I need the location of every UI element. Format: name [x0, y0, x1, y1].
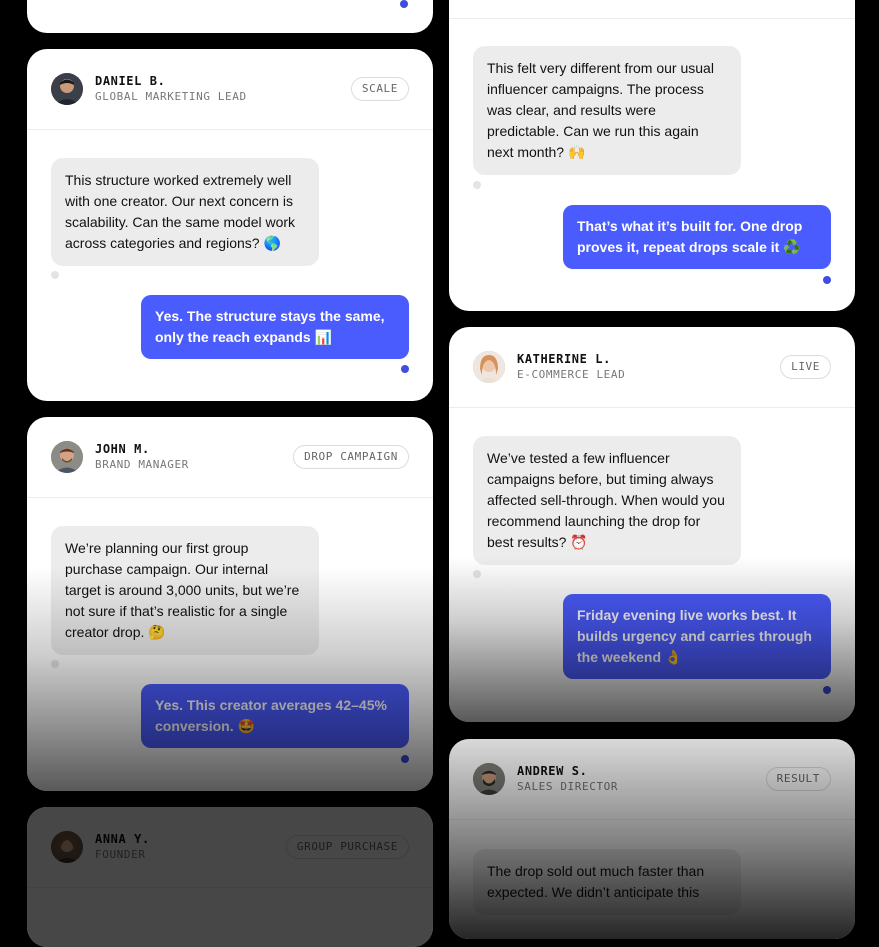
message-status-dot: [51, 660, 59, 668]
message-status-dot: [51, 271, 59, 279]
card-header: KATHERINE L. E-COMMERCE LEAD LIVE: [449, 327, 855, 408]
card-header: JOHN M. BRAND MANAGER DROP CAMPAIGN: [27, 417, 433, 498]
category-tag: GROUP PURCHASE: [285, 835, 409, 859]
avatar-john: [51, 441, 83, 473]
author-role: SALES DIRECTOR: [517, 780, 619, 793]
message-status-dot: [473, 181, 481, 189]
message-status-dot: [401, 755, 409, 763]
outgoing-message: Friday evening live works best. It build…: [563, 594, 831, 679]
testimonial-card-katherine: KATHERINE L. E-COMMERCE LEAD LIVE We’ve …: [449, 327, 855, 722]
category-tag: SCALE: [350, 77, 409, 101]
category-tag: RESULT: [765, 767, 831, 791]
avatar-andrew: [473, 763, 505, 795]
author-name: ANNA Y.: [95, 832, 150, 846]
message-status-dot: [823, 686, 831, 694]
author-name: JOHN M.: [95, 442, 150, 456]
author-role: BRAND MANAGER: [95, 458, 189, 471]
message-status-dot: [400, 0, 408, 8]
incoming-message: The drop sold out much faster than expec…: [473, 849, 741, 915]
incoming-message: We’re planning our first group purchase …: [51, 526, 319, 655]
card-header: ANNA Y. FOUNDER GROUP PURCHASE: [27, 807, 433, 888]
testimonial-card-andrew: ANDREW S. SALES DIRECTOR RESULT The drop…: [449, 739, 855, 939]
message-status-dot: [823, 276, 831, 284]
incoming-message: This felt very different from our usual …: [473, 46, 741, 175]
card-header: DANIEL B. GLOBAL MARKETING LEAD SCALE: [27, 49, 433, 130]
author-role: GLOBAL MARKETING LEAD: [95, 90, 247, 103]
category-tag: DROP CAMPAIGN: [293, 445, 409, 469]
avatar-anna: [51, 831, 83, 863]
testimonial-card-anna: ANNA Y. FOUNDER GROUP PURCHASE: [27, 807, 433, 947]
message-status-dot: [473, 570, 481, 578]
card-header: ANDREW S. SALES DIRECTOR RESULT: [449, 739, 855, 820]
incoming-message: We’ve tested a few influencer campaigns …: [473, 436, 741, 565]
testimonial-card-daniel: DANIEL B. GLOBAL MARKETING LEAD SCALE Th…: [27, 49, 433, 401]
author-name: ANDREW S.: [517, 764, 588, 778]
author-role: FOUNDER: [95, 848, 146, 861]
testimonial-card-top-left: [27, 0, 433, 33]
outgoing-message: Yes. This creator averages 42–45% conver…: [141, 684, 409, 748]
outgoing-message: That’s what it’s built for. One drop pro…: [563, 205, 831, 269]
incoming-message: This structure worked extremely well wit…: [51, 158, 319, 266]
outgoing-message: Yes. The structure stays the same, only …: [141, 295, 409, 359]
card-header: [449, 0, 855, 19]
author-name: DANIEL B.: [95, 74, 166, 88]
testimonial-card-top-right: This felt very different from our usual …: [449, 0, 855, 311]
avatar-daniel: [51, 73, 83, 105]
author-name: KATHERINE L.: [517, 352, 611, 366]
testimonial-card-john: JOHN M. BRAND MANAGER DROP CAMPAIGN We’r…: [27, 417, 433, 791]
message-status-dot: [401, 365, 409, 373]
category-tag: LIVE: [780, 355, 831, 379]
avatar-katherine: [473, 351, 505, 383]
author-role: E-COMMERCE LEAD: [517, 368, 626, 381]
